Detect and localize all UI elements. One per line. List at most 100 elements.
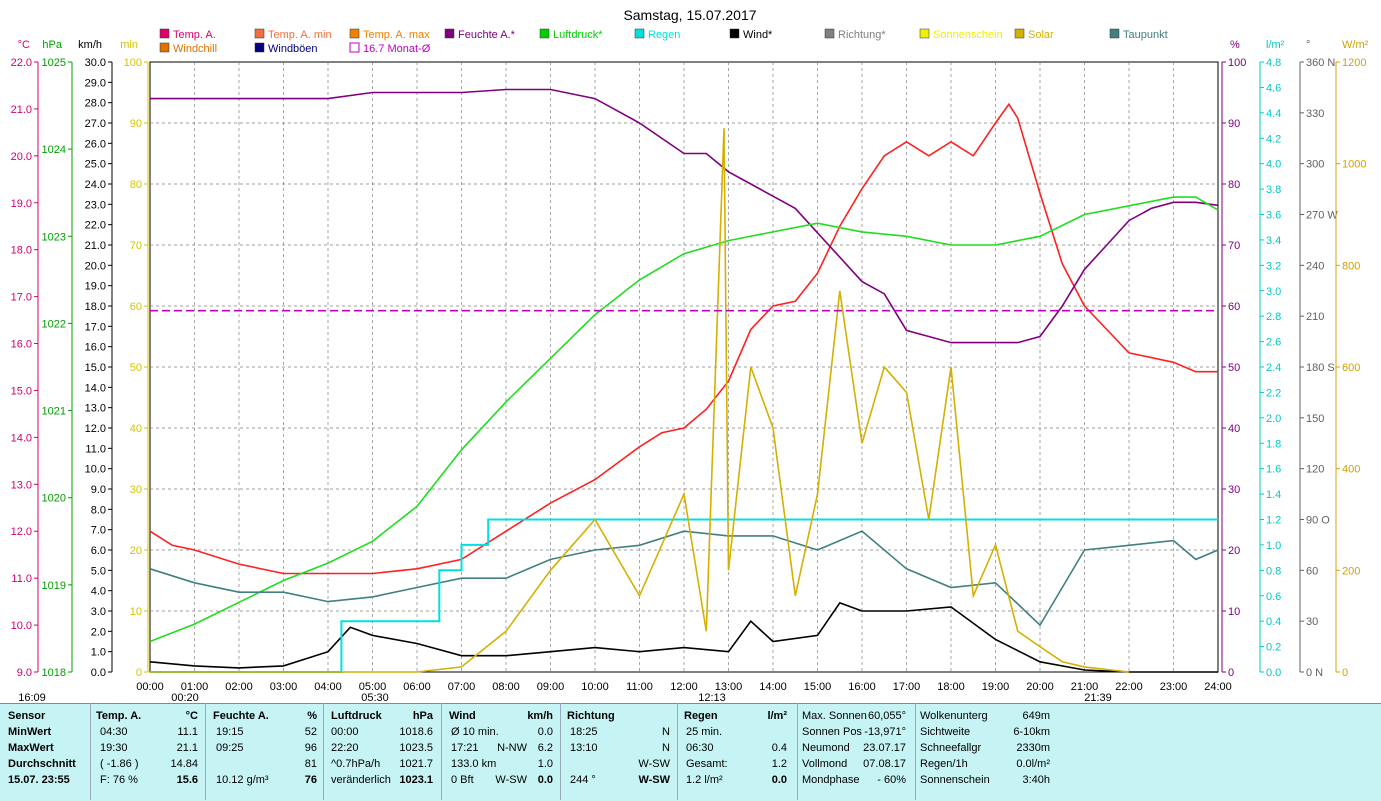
legend-label: Temp. A. max [363,29,430,41]
right-axis-tick-label: 180 S [1306,362,1335,374]
stats-cell: 76 [304,774,317,786]
stats-cell: 1.2 l/m² [686,774,723,786]
right-axis-tick-label: 1.0 [1266,540,1281,552]
legend-label: Taupunkt [1123,29,1168,41]
right-axis-tick-label: 30 [1228,484,1240,496]
stats-header: Wind [449,710,476,722]
stats-cell: 649m [1022,710,1050,722]
stats-cell: 96 [304,742,317,754]
stats-cell: 0.0 [537,726,553,738]
left-axis-tick-label: 90 [130,118,142,130]
stats-cell: 19:15 [216,726,244,738]
stats-cell: W-SW [638,774,670,786]
left-axis-tick-label: 15.0 [11,385,32,397]
stats-cell: Sonnenschein [920,774,990,786]
stats-cell: 0.0 [537,774,553,786]
right-axis-tick-label: 0 N [1306,667,1323,679]
stats-cell: 6.2 [537,742,553,754]
stats-row-label: MaxWert [8,742,54,754]
left-axis-tick-label: 19.0 [85,281,106,293]
right-axis-tick-label: 10 [1228,606,1240,618]
stats-cell: 81 [304,758,317,770]
legend-swatch [254,42,265,53]
left-axis-tick-label: 30.0 [85,57,106,69]
stats-row-label: MinWert [8,726,52,738]
left-axis-tick-label: 15.0 [85,362,106,374]
stats-separator [677,703,678,800]
left-axis-tick-label: 1.0 [91,647,106,659]
x-tick-label: 14:00 [759,681,787,693]
stats-cell: 11.1 [177,726,198,738]
stats-cell: 1023.1 [399,774,433,786]
legend-label: Windchill [173,43,217,55]
x-tick-label: 03:00 [270,681,298,693]
legend-label: Temp. A. min [268,29,332,41]
right-axis-tick-label: 0 [1228,667,1234,679]
right-axis-tick-label: 3.2 [1266,260,1281,272]
legend-label: Temp. A. [173,29,216,41]
x-tick-label: 23:00 [1160,681,1188,693]
stats-cell: 17:21 [451,742,479,754]
legend-label: Windböen [268,43,318,55]
left-axis-tick-label: 28.0 [85,98,106,110]
stats-separator [205,703,206,800]
x-tick-label: 06:00 [403,681,431,693]
legend-label: Sonnenschein [933,29,1003,41]
right-axis-tick-label: 300 [1306,159,1324,171]
stats-cell: Schneefallgr [920,742,982,754]
left-axis-tick-label: 21.0 [85,240,106,252]
time-marker-label: 16:09 [18,692,46,703]
right-axis-tick-label: 4.4 [1266,108,1281,120]
stats-cell: 52 [304,726,317,738]
stats-cell: N [662,726,670,738]
left-axis-tick-label: 23.0 [85,199,106,211]
stats-cell: Wolkenunterg [920,710,988,722]
right-axis-tick-label: 60 [1228,301,1240,313]
stats-cell: 1018.6 [399,726,433,738]
x-tick-label: 20:00 [1026,681,1054,693]
left-axis-tick-label: 1018 [42,667,66,679]
stats-cell: veränderlich [331,774,391,786]
stats-cell: 06:30 [686,742,714,754]
left-axis-tick-label: 1022 [42,318,66,330]
right-axis-tick-label: 90 O [1306,515,1330,527]
stats-header: Regen [684,710,718,722]
stats-cell: Max. Sonnen [802,710,867,722]
stats-cell: - 60% [877,774,906,786]
stats-cell: 23.07.17 [863,742,906,754]
left-axis-tick-label: 16.0 [85,342,106,354]
right-axis-unit: W/m² [1342,39,1369,51]
left-axis-tick-label: 17.0 [85,321,106,333]
left-axis-tick-label: 4.0 [91,586,106,598]
right-axis-tick-label: 4.6 [1266,82,1281,94]
stats-separator [797,703,798,800]
right-axis-tick-label: 40 [1228,423,1240,435]
stats-cell: ^0.7hPa/h [331,758,381,770]
stats-cell: Sonnen Pos [802,726,862,738]
x-tick-label: 12:00 [670,681,698,693]
right-axis-tick-label: 60 [1306,565,1318,577]
right-axis-tick-label: 150 [1306,413,1324,425]
stats-header: % [307,710,317,722]
legend-swatch [634,28,645,39]
right-axis-tick-label: 800 [1342,260,1360,272]
stats-separator [915,703,916,800]
right-axis-tick-label: 0.8 [1266,565,1281,577]
x-tick-label: 24:00 [1204,681,1232,693]
stats-cell: 0.4 [771,742,787,754]
left-axis-unit: hPa [42,39,62,51]
right-axis-tick-label: 3.8 [1266,184,1281,196]
stats-cell: 1023.5 [399,742,433,754]
stats-cell: 04:30 [100,726,128,738]
left-axis-tick-label: 9.0 [91,484,106,496]
stats-separator [560,703,561,800]
stats-header: °C [185,710,198,722]
right-axis-tick-label: 4.8 [1266,57,1281,69]
right-axis-tick-label: 2.2 [1266,387,1281,399]
stats-header: Richtung [567,710,615,722]
left-axis-tick-label: 16.0 [11,339,32,351]
left-axis-tick-label: 10 [130,606,142,618]
x-tick-label: 11:00 [626,681,653,693]
stats-cell: 60,055° [867,710,906,722]
right-axis-tick-label: 0.6 [1266,591,1281,603]
